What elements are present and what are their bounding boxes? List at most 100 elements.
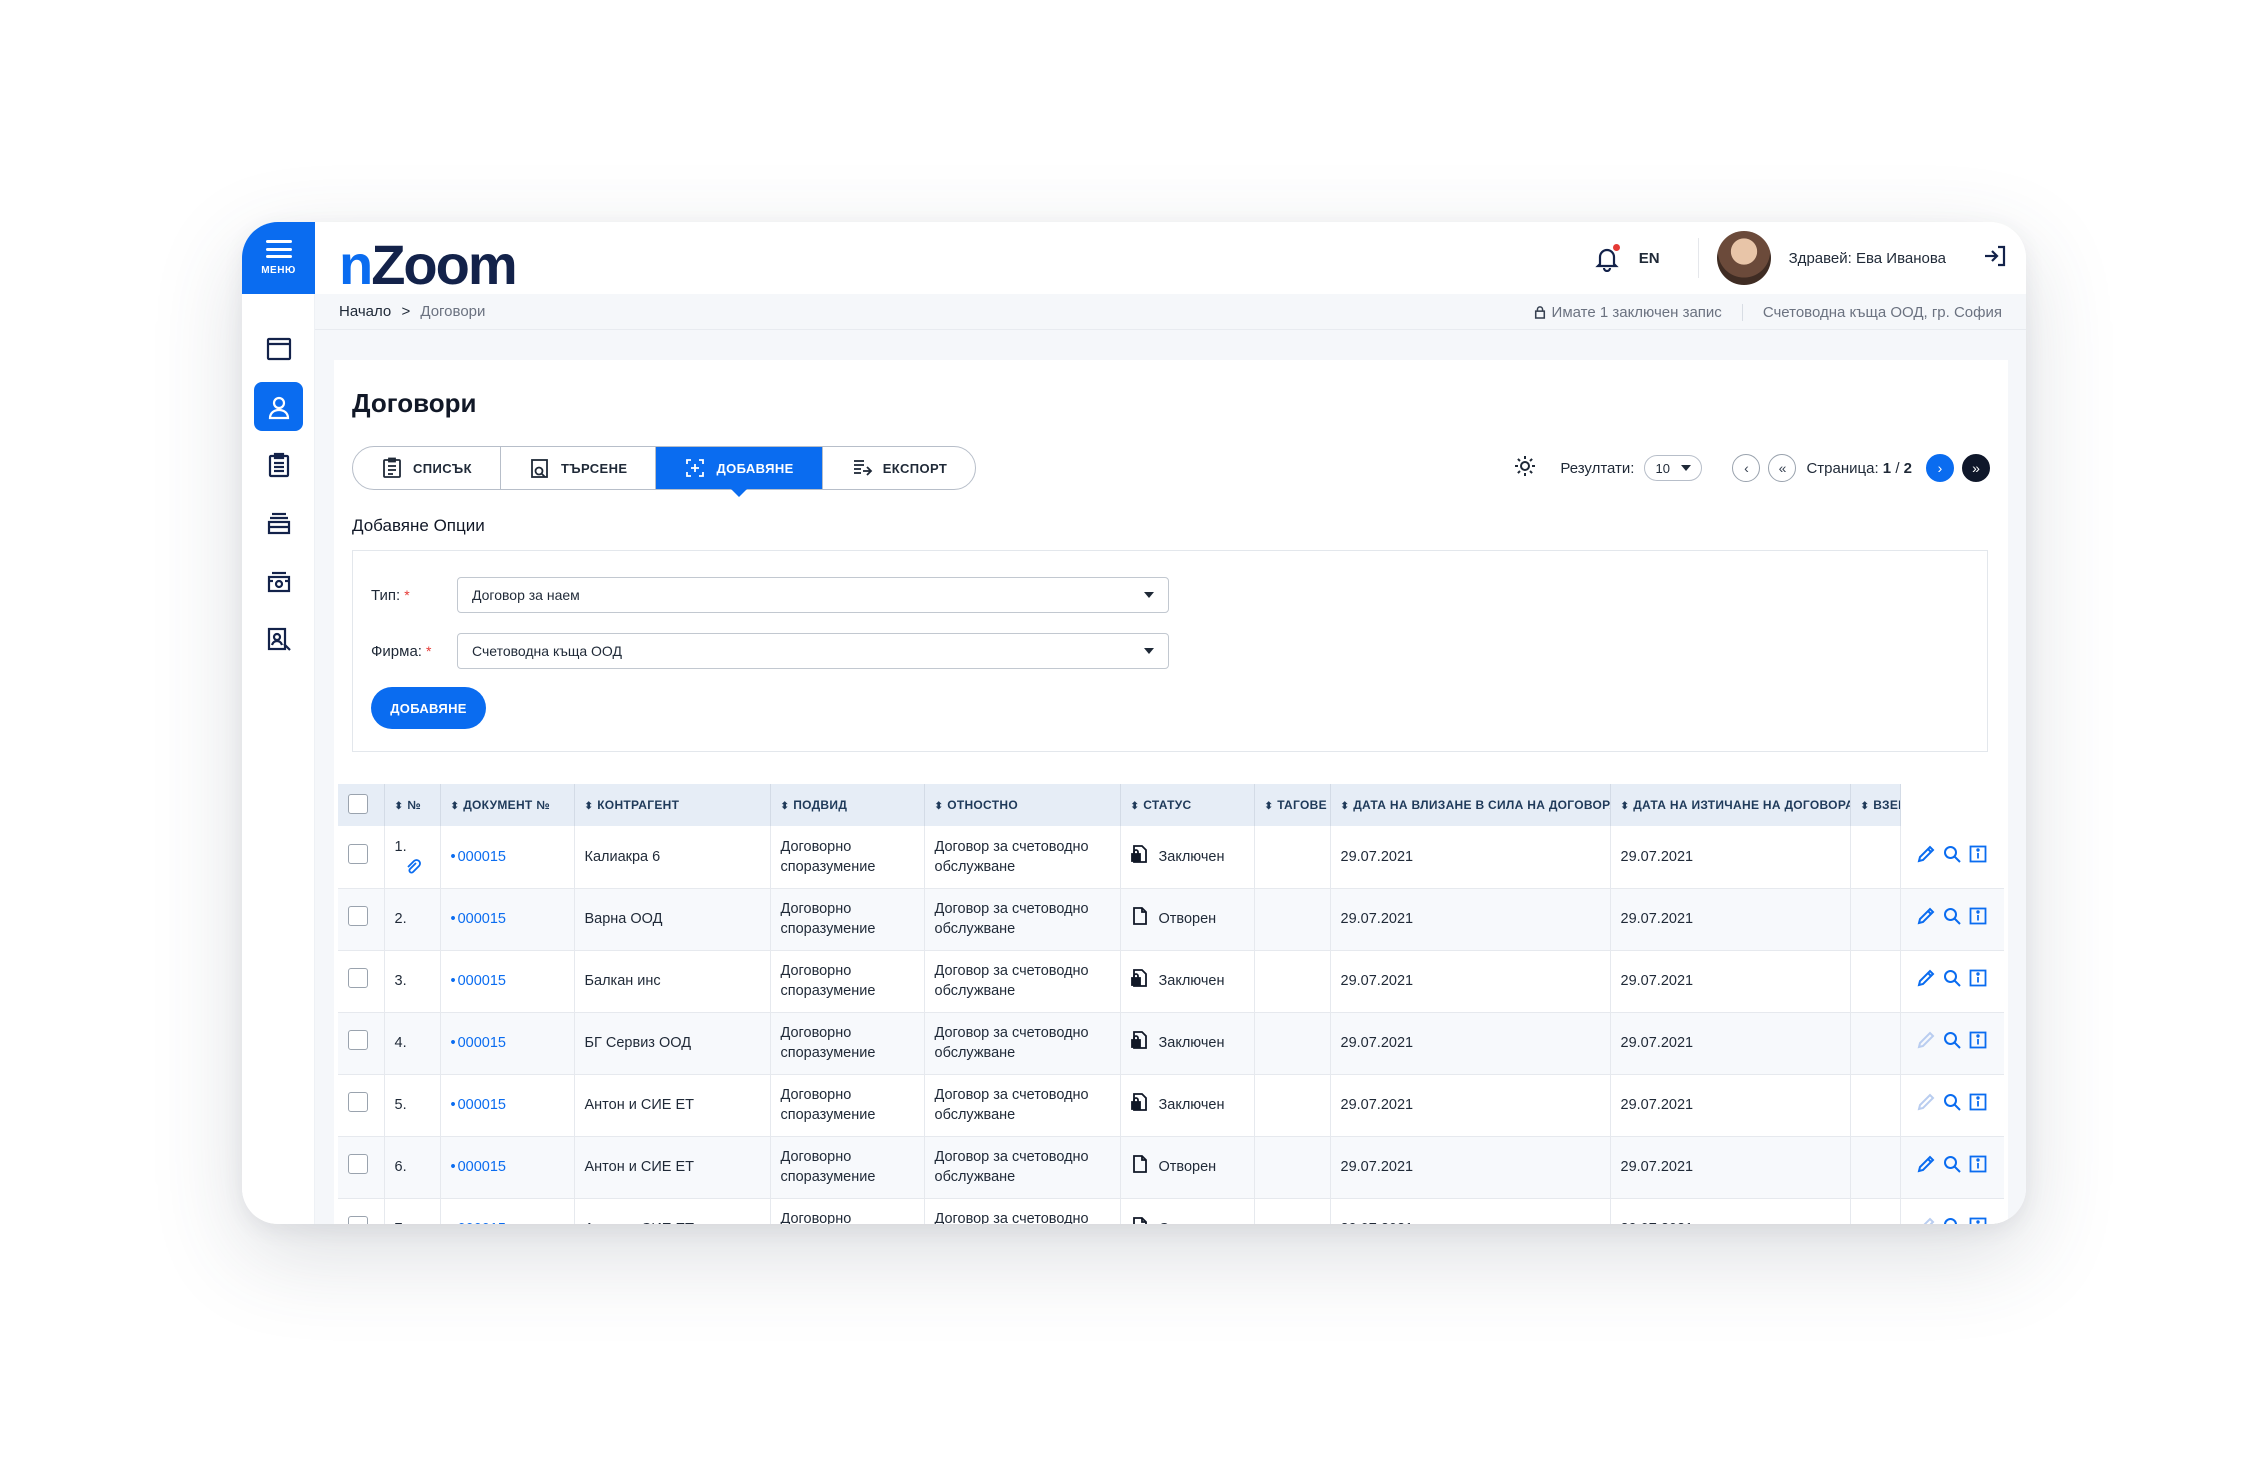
info-button[interactable] — [1968, 1092, 1988, 1118]
table-row[interactable]: 2. 000015 Варна ООД Договорно споразумен… — [338, 888, 2004, 951]
row-checkbox[interactable] — [348, 1092, 368, 1112]
info-button[interactable] — [1968, 968, 1988, 994]
column-header-end-date[interactable]: ⬍ ДАТА НА ИЗТИЧАНЕ НА ДОГОВОРА — [1610, 784, 1851, 826]
tab-add[interactable]: ДОБАВЯНЕ — [656, 447, 823, 497]
view-button[interactable] — [1942, 968, 1962, 994]
row-number-cell: 3. — [384, 950, 441, 1013]
gear-icon — [1515, 456, 1536, 476]
edit-button[interactable] — [1916, 906, 1936, 932]
start-date-cell: 29.07.2021 — [1330, 888, 1611, 951]
app-logo[interactable]: nZoom — [339, 232, 518, 297]
document-cell: 000015 — [440, 1012, 575, 1075]
view-button[interactable] — [1942, 906, 1962, 932]
view-button[interactable] — [1942, 1030, 1962, 1056]
row-select-cell — [338, 1136, 385, 1199]
sidebar-item-finance[interactable] — [254, 556, 303, 605]
column-header-receivables[interactable]: ⬍ВЗЕМАНИЯ — [1850, 784, 1901, 826]
select-all-header — [338, 784, 385, 826]
sidebar-item-tasks[interactable] — [254, 440, 303, 489]
edit-button[interactable] — [1916, 1154, 1936, 1180]
settings-button[interactable] — [1512, 453, 1538, 483]
language-switch[interactable]: EN — [1639, 250, 1660, 267]
edit-button[interactable] — [1916, 1216, 1936, 1224]
select-all-checkbox[interactable] — [348, 793, 368, 814]
subtype-cell: Договорно споразумение — [770, 1012, 925, 1075]
column-header-number[interactable]: ⬍ № — [384, 784, 441, 826]
view-button[interactable] — [1942, 1154, 1962, 1180]
document-link[interactable]: 000015 — [451, 1159, 506, 1175]
row-checkbox[interactable] — [348, 1154, 368, 1174]
notifications-button[interactable] — [1593, 244, 1621, 273]
row-select-cell — [338, 1074, 385, 1137]
info-button[interactable] — [1968, 1216, 1988, 1224]
tab-list-label: СПИСЪК — [413, 460, 472, 476]
info-icon — [1969, 1031, 1987, 1049]
document-link[interactable]: 000015 — [451, 911, 506, 927]
table-row[interactable]: 6. 000015 Антон и СИЕ ЕТ Договорно спора… — [338, 1136, 2004, 1199]
document-link[interactable]: 000015 — [451, 973, 506, 989]
table-row[interactable]: 1. 000015 Калиакра 6 Договорно споразуме… — [338, 826, 2004, 889]
menu-button[interactable]: МЕНЮ — [242, 222, 315, 294]
logout-button[interactable] — [1982, 243, 2008, 274]
row-checkbox[interactable] — [348, 906, 368, 926]
column-header-document[interactable]: ⬍ ДОКУМЕНТ № — [440, 784, 575, 826]
edit-button[interactable] — [1916, 968, 1936, 994]
receivables-cell — [1850, 1136, 1901, 1199]
table-row[interactable]: 7. 000015 Антон и СИЕ ЕТ Договорно спора… — [338, 1198, 2004, 1224]
sidebar-item-calendar[interactable] — [254, 324, 303, 373]
last-page-button[interactable]: » — [1962, 454, 1990, 482]
view-button[interactable] — [1942, 1092, 1962, 1118]
type-select[interactable]: Договор за наем — [457, 577, 1169, 613]
tab-search[interactable]: ТЪРСЕНЕ — [501, 447, 657, 489]
avatar[interactable] — [1716, 231, 1771, 285]
row-checkbox[interactable] — [348, 1216, 368, 1224]
current-company[interactable]: Счетоводна къща ООД, гр. София — [1763, 304, 2002, 321]
info-button[interactable] — [1968, 906, 1988, 932]
info-button[interactable] — [1968, 1030, 1988, 1056]
column-header-subtype[interactable]: ⬍ ПОДВИД — [770, 784, 925, 826]
column-header-start-date[interactable]: ⬍ ДАТА НА ВЛИЗАНЕ В СИЛА НА ДОГОВОРА — [1330, 784, 1611, 826]
column-header-status[interactable]: ⬍ СТАТУС — [1120, 784, 1255, 826]
end-date-cell: 29.07.2021 — [1610, 1136, 1851, 1199]
first-page-button[interactable]: « — [1768, 454, 1797, 482]
column-header-tags[interactable]: ⬍ ТАГОВЕ — [1254, 784, 1331, 826]
document-link[interactable]: 000015 — [451, 1035, 506, 1051]
chevron-down-icon — [1144, 648, 1154, 654]
view-button[interactable] — [1942, 1216, 1962, 1224]
add-button[interactable]: ДОБАВЯНЕ — [371, 687, 486, 729]
sidebar-item-contacts[interactable] — [254, 382, 303, 431]
table-row[interactable]: 5. 000015 Антон и СИЕ ЕТ Договорно спора… — [338, 1074, 2004, 1137]
tab-list[interactable]: СПИСЪК — [353, 447, 501, 489]
next-page-button[interactable]: › — [1926, 454, 1954, 482]
info-button[interactable] — [1968, 844, 1988, 870]
column-header-about[interactable]: ⬍ ОТНОСТНО — [924, 784, 1121, 826]
document-link[interactable]: 000015 — [451, 1097, 506, 1113]
edit-button[interactable] — [1916, 1030, 1936, 1056]
attachment-icon[interactable] — [395, 859, 421, 875]
status-icon — [1130, 844, 1149, 870]
sidebar-item-archive[interactable] — [254, 498, 303, 547]
view-button[interactable] — [1942, 844, 1962, 870]
table-row[interactable]: 3. 000015 Балкан инс Договорно споразуме… — [338, 950, 2004, 1013]
row-number-cell: 2. — [384, 888, 441, 951]
row-checkbox[interactable] — [348, 843, 368, 864]
document-icon — [1132, 907, 1147, 925]
edit-button[interactable] — [1916, 844, 1936, 870]
row-number-cell: 6. — [384, 1136, 441, 1199]
document-link[interactable]: 000015 — [451, 1221, 506, 1224]
results-per-page-select[interactable]: 10 — [1644, 455, 1703, 481]
firm-select[interactable]: Счетоводна къща ООД — [457, 633, 1169, 669]
row-checkbox[interactable] — [348, 1030, 368, 1050]
info-button[interactable] — [1968, 1154, 1988, 1180]
locked-records-notice[interactable]: Имате 1 заключен запис — [1534, 303, 1743, 321]
edit-button[interactable] — [1916, 1092, 1936, 1118]
sidebar-item-reports[interactable] — [254, 614, 303, 663]
table-row[interactable]: 4. 000015 БГ Сервиз ООД Договорно спораз… — [338, 1012, 2004, 1075]
breadcrumb-home[interactable]: Начало — [339, 303, 391, 320]
tab-export[interactable]: ЕКСПОРТ — [823, 447, 976, 489]
locked-document-icon — [1130, 1031, 1147, 1049]
document-link[interactable]: 000015 — [451, 849, 506, 865]
prev-page-button[interactable]: ‹ — [1732, 454, 1761, 482]
column-header-counterparty[interactable]: ⬍ КОНТРАГЕНТ — [574, 784, 771, 826]
row-checkbox[interactable] — [348, 968, 368, 988]
